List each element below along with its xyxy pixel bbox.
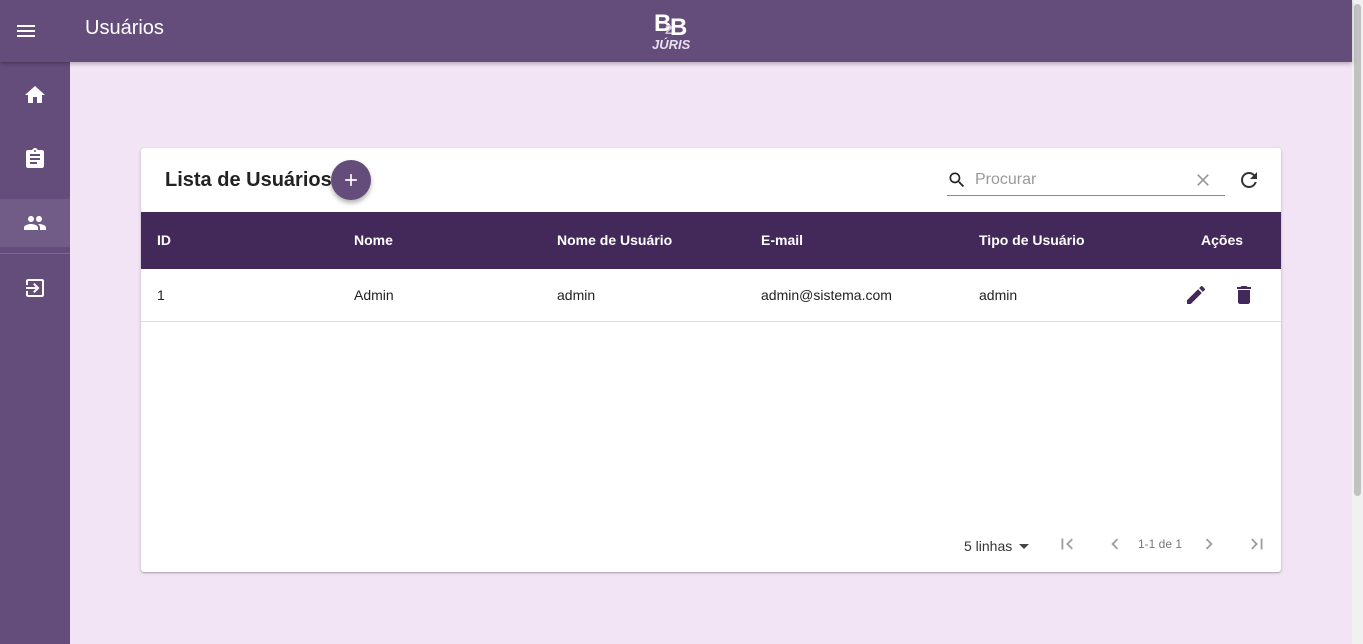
last-page-icon xyxy=(1251,538,1263,550)
delete-button[interactable] xyxy=(1231,282,1257,308)
menu-button[interactable] xyxy=(10,15,42,47)
nav-item-processes[interactable] xyxy=(0,135,70,183)
nav-drawer xyxy=(0,62,70,644)
edit-button[interactable] xyxy=(1183,282,1209,308)
search-input[interactable] xyxy=(975,167,1189,193)
page-title: Usuários xyxy=(85,17,164,39)
column-header-username[interactable]: Nome de Usuário xyxy=(557,231,672,249)
users-card: Lista de Usuários ID Nome Nome de Usuári… xyxy=(141,148,1281,572)
app-bar: Usuários B 2 B JÚRIS xyxy=(0,0,1352,62)
home-icon xyxy=(25,86,45,103)
b2b-juris-logo: B 2 B JÚRIS xyxy=(652,10,691,52)
nav-item-users[interactable] xyxy=(0,199,70,247)
column-header-name[interactable]: Nome xyxy=(354,231,393,249)
people-icon xyxy=(24,216,46,230)
exit-icon xyxy=(26,279,44,297)
scrollbar-thumb[interactable] xyxy=(1354,4,1361,496)
cell-name: Admin xyxy=(354,287,394,303)
rows-per-page-select[interactable]: 5 linhas xyxy=(964,534,1036,558)
chevron-right-icon xyxy=(1205,538,1213,550)
first-page-button[interactable] xyxy=(1055,532,1079,556)
column-header-user-type[interactable]: Tipo de Usuário xyxy=(979,231,1085,249)
table-header: ID Nome Nome de Usuário E-mail Tipo de U… xyxy=(141,212,1281,269)
pagination: 5 linhas 1-1 de 1 xyxy=(141,528,1281,560)
cell-username: admin xyxy=(557,287,596,303)
plus-icon xyxy=(345,174,357,186)
cell-user-type: admin xyxy=(979,287,1018,303)
clear-search-icon[interactable] xyxy=(1193,170,1213,190)
cell-id: 1 xyxy=(157,287,165,303)
first-page-icon xyxy=(1061,538,1073,550)
column-header-id[interactable]: ID xyxy=(157,231,171,249)
clipboard-icon xyxy=(26,148,44,168)
column-header-actions: Ações xyxy=(1201,232,1244,248)
nav-item-home[interactable] xyxy=(0,71,70,119)
nav-item-logout[interactable] xyxy=(0,264,70,312)
dropdown-arrow-icon xyxy=(1019,544,1030,549)
search-icon xyxy=(949,172,965,188)
page-range: 1-1 de 1 xyxy=(1138,537,1183,551)
card-title: Lista de Usuários xyxy=(165,169,332,191)
nav-divider xyxy=(0,253,70,254)
chevron-left-icon xyxy=(1111,538,1119,550)
svg-text:JÚRIS: JÚRIS xyxy=(652,37,691,52)
refresh-icon[interactable] xyxy=(1237,168,1261,192)
page-scrollbar[interactable] xyxy=(1352,0,1363,644)
column-header-email[interactable]: E-mail xyxy=(761,231,803,249)
search-field xyxy=(947,164,1225,196)
prev-page-button[interactable] xyxy=(1103,532,1127,556)
trash-icon xyxy=(1237,286,1251,304)
cell-email: admin@sistema.com xyxy=(761,287,892,303)
pencil-icon xyxy=(1187,285,1206,304)
menu-icon xyxy=(17,25,35,37)
rows-per-page-value: 5 linhas xyxy=(964,538,1013,554)
table-row: 1 Admin admin admin@sistema.com admin xyxy=(141,269,1281,322)
add-user-button[interactable] xyxy=(331,160,371,200)
next-page-button[interactable] xyxy=(1197,532,1221,556)
last-page-button[interactable] xyxy=(1245,532,1269,556)
